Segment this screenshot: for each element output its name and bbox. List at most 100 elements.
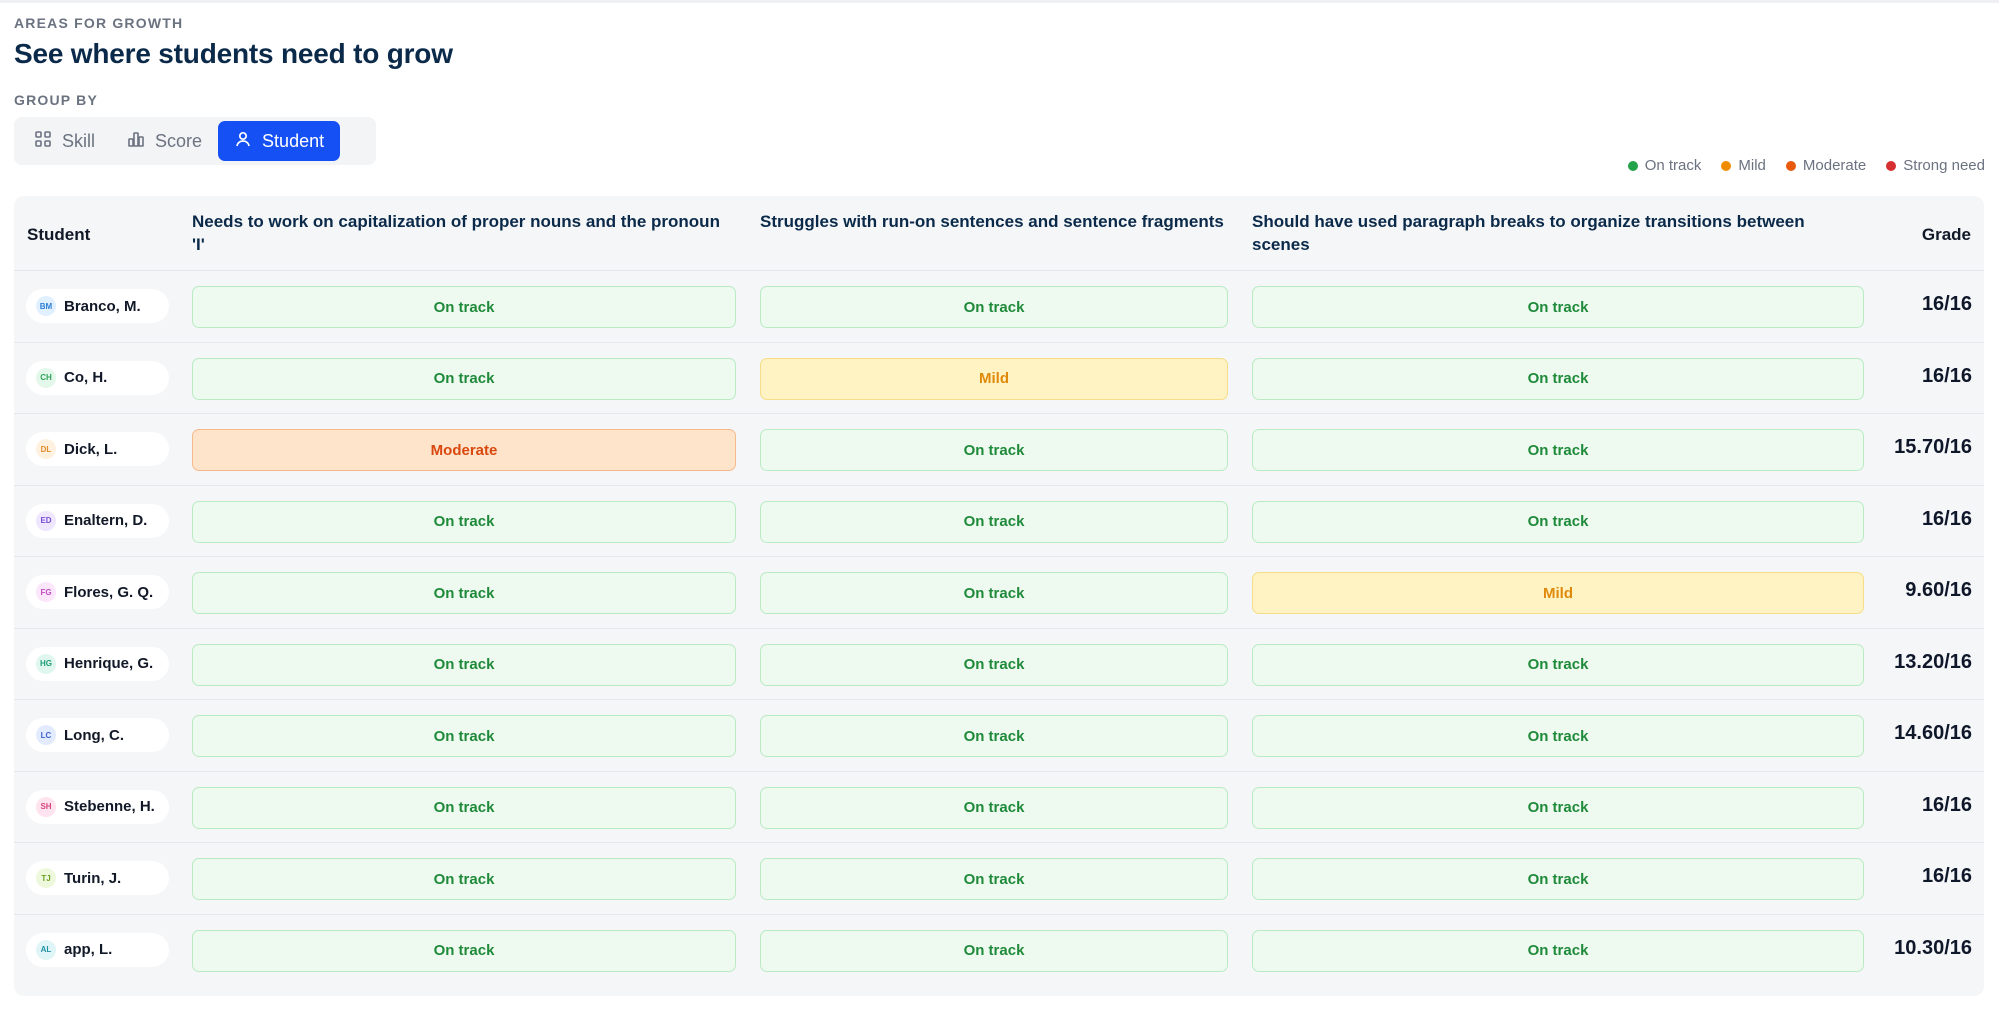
grade-value: 16/16 [1921,507,1972,530]
strong-need-dot-icon [1886,160,1897,171]
student-chip[interactable]: CH Co, H. [26,360,169,395]
group-by-student-button[interactable]: Student [218,121,341,161]
grade-value: 16/16 [1921,865,1972,887]
paragraph-breaks-status[interactable]: On track [1252,500,1864,543]
column-header-paragraph-breaks: Should have used paragraph breaks to org… [1252,212,1805,254]
run-on-status[interactable]: On track [760,858,1228,900]
bar-chart-icon [127,130,145,153]
avatar: BM [36,296,56,316]
table-row[interactable]: ED Enaltern, D. On track On track On track 16… [14,486,1984,557]
capitalization-status[interactable]: On track [192,286,736,328]
student-name: Flores, G. Q. [64,583,154,601]
table-row[interactable]: DL Dick, L. Moderate On track On track 15.70/… [14,414,1984,486]
group-by-skill-label: Skill [62,130,96,151]
capitalization-status[interactable]: On track [192,786,736,829]
grade-value: 16/16 [1921,793,1972,816]
table-row[interactable]: CH Co, H. On track Mild On track 16/16 [14,343,1984,414]
legend-label: Moderate [1802,157,1867,174]
table-row[interactable]: BM Branco, M. On track On track On track 16/1… [14,271,1984,343]
student-name: app, L. [64,941,113,958]
table-row[interactable]: LC Long, C. On track On track On track 14.60/… [14,700,1984,772]
paragraph-breaks-status[interactable]: On track [1252,286,1864,328]
student-chip[interactable]: ED Enaltern, D. [26,503,169,538]
paragraph-breaks-status[interactable]: On track [1252,429,1864,471]
legend-label: Strong need [1903,157,1985,174]
legend-item-on-track: On track [1627,157,1701,174]
user-icon [234,130,252,153]
severity-legend: On track Mild Moderate Strong need [1627,157,1985,174]
avatar: TJ [36,868,56,888]
grade-value: 10.30/16 [1894,936,1972,959]
table-row[interactable]: TJ Turin, J. On track On track On track 16/16 [14,843,1984,915]
student-name: Turin, J. [64,869,122,887]
table-row[interactable]: AL app, L. On track On track On track 10.30/1… [14,915,1984,987]
grade-value: 16/16 [1921,364,1972,387]
capitalization-status[interactable]: On track [192,929,736,972]
table-row[interactable]: SH Stebenne, H. On track On track On track 16… [14,772,1984,843]
run-on-status[interactable]: On track [760,715,1228,757]
capitalization-status[interactable]: On track [192,858,736,900]
legend-label: Mild [1738,157,1766,174]
legend-item-moderate: Moderate [1785,157,1867,174]
capitalization-status[interactable]: On track [192,357,736,400]
student-name: Branco, M. [64,297,141,315]
paragraph-breaks-status[interactable]: On track [1252,786,1864,829]
legend-item-strong-need: Strong need [1886,157,1985,174]
avatar: DL [36,439,56,459]
capitalization-status[interactable]: Moderate [192,429,736,471]
paragraph-breaks-status[interactable]: On track [1252,357,1864,400]
legend-item-mild: Mild [1721,157,1766,174]
column-header-grade: Grade [1921,225,1971,244]
run-on-status[interactable]: On track [760,572,1228,614]
run-on-status[interactable]: Mild [760,357,1228,400]
grid-icon [34,130,52,153]
run-on-status[interactable]: On track [760,429,1228,471]
capitalization-status[interactable]: On track [192,572,736,614]
student-growth-table: Student Needs to work on capitalization … [14,196,1984,996]
run-on-status[interactable]: On track [760,500,1228,543]
run-on-status[interactable]: On track [760,929,1228,972]
group-by-score-label: Score [155,130,203,151]
capitalization-status[interactable]: On track [192,500,736,543]
page-title: See where students need to grow [14,38,453,69]
group-by-student-label: Student [262,130,325,151]
grade-value: 16/16 [1921,293,1972,315]
student-name: Stebenne, H. [64,798,155,815]
grade-value: 9.60/16 [1905,579,1972,601]
mild-dot-icon [1721,160,1732,171]
run-on-status[interactable]: On track [760,643,1228,686]
column-header-run-on-sentences: Struggles with run-on sentences and sent… [760,212,1224,231]
capitalization-status[interactable]: On track [192,643,736,686]
student-chip[interactable]: AL app, L. [26,932,169,967]
student-name: Long, C. [64,726,124,744]
paragraph-breaks-status[interactable]: On track [1252,929,1864,972]
student-chip[interactable]: SH Stebenne, H. [26,789,169,824]
avatar: ED [36,510,56,531]
capitalization-status[interactable]: On track [192,715,736,757]
paragraph-breaks-status[interactable]: Mild [1252,572,1864,614]
student-chip[interactable]: LC Long, C. [26,718,169,752]
avatar: SH [36,796,56,817]
student-chip[interactable]: DL Dick, L. [26,432,169,466]
student-chip[interactable]: HG Henrique, G. [26,646,169,681]
paragraph-breaks-status[interactable]: On track [1252,715,1864,757]
avatar: CH [36,367,56,388]
table-row[interactable]: FG Flores, G. Q. On track On track Mild 9.60/… [14,557,1984,629]
table-row[interactable]: HG Henrique, G. On track On track On track 13… [14,629,1984,700]
student-chip[interactable]: FG Flores, G. Q. [26,575,169,609]
top-divider [0,0,1999,3]
group-by-skill-button[interactable]: Skill [18,121,111,161]
column-header-capitalization: Needs to work on capitalization of prope… [192,212,720,254]
run-on-status[interactable]: On track [760,286,1228,328]
student-chip[interactable]: TJ Turin, J. [26,861,169,895]
student-chip[interactable]: BM Branco, M. [26,289,169,323]
run-on-status[interactable]: On track [760,786,1228,829]
paragraph-breaks-status[interactable]: On track [1252,643,1864,686]
column-header-student: Student [27,225,91,244]
paragraph-breaks-status[interactable]: On track [1252,858,1864,900]
table-header-row: Student Needs to work on capitalization … [14,196,1984,271]
grade-value: 14.60/16 [1894,722,1972,744]
on-track-dot-icon [1627,160,1638,171]
avatar: HG [36,653,56,674]
group-by-score-button[interactable]: Score [111,121,218,161]
